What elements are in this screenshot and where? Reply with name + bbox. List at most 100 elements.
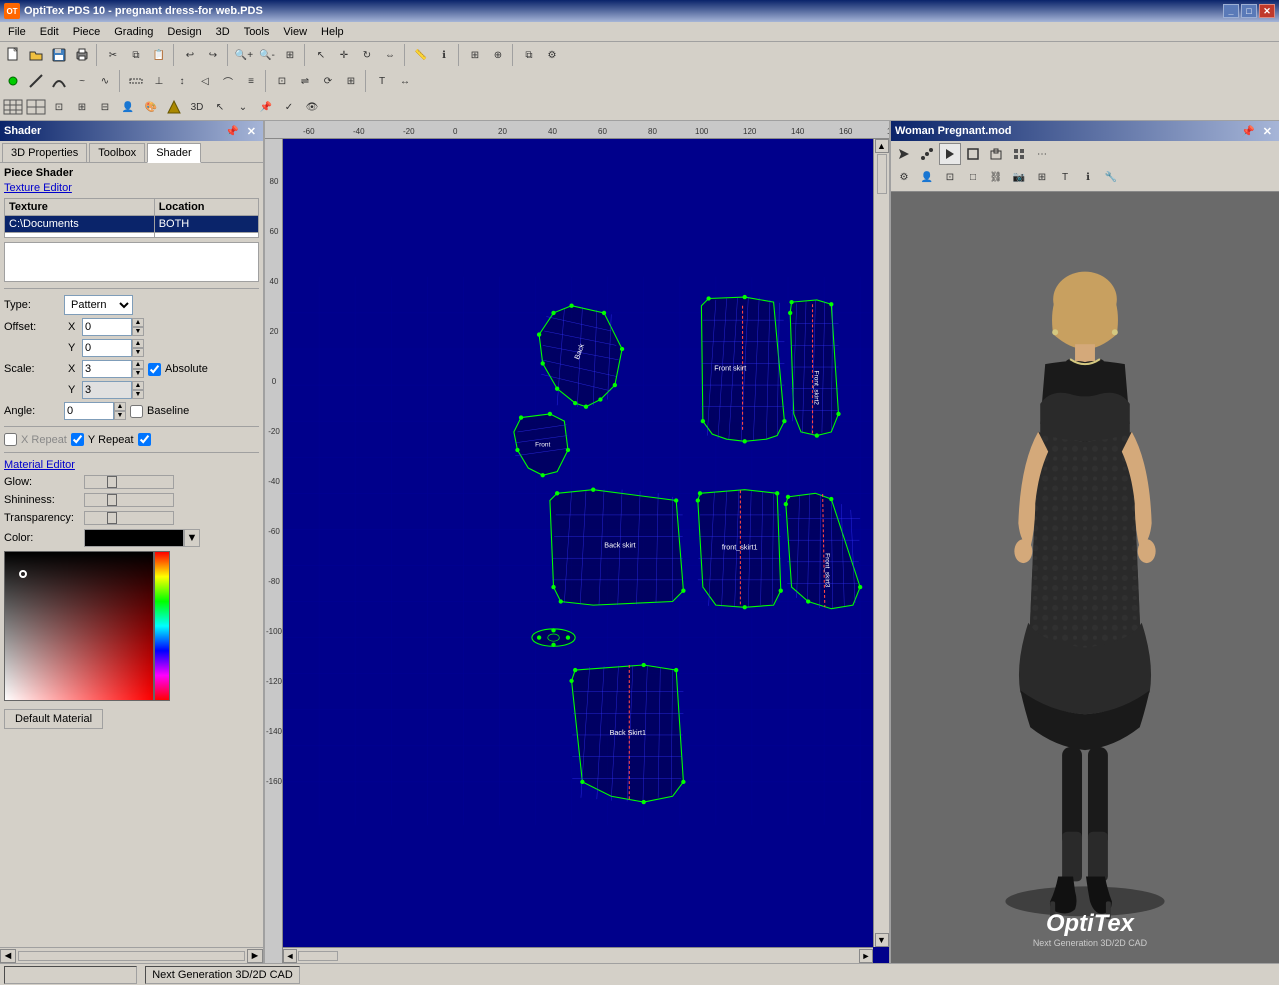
- right-panel-close[interactable]: ✕: [1260, 125, 1275, 138]
- tb2-flip[interactable]: ⇌: [294, 70, 316, 92]
- yrepeat-extra-checkbox[interactable]: [138, 433, 151, 446]
- tb-open[interactable]: [25, 44, 47, 66]
- tb2-copy2[interactable]: ⊡: [271, 70, 293, 92]
- canvas-scrollbar-v[interactable]: ▲ ▼: [873, 139, 889, 947]
- tb3-table5[interactable]: ⊟: [94, 96, 116, 118]
- tb-measure[interactable]: 📏: [410, 44, 432, 66]
- rt-layer[interactable]: ⊡: [939, 166, 961, 188]
- scroll-right-btn[interactable]: ►: [247, 949, 263, 963]
- offset-x-spin[interactable]: ▲ ▼: [132, 318, 144, 336]
- tb2-pleats[interactable]: ≡: [240, 70, 262, 92]
- minimize-btn[interactable]: _: [1223, 4, 1239, 18]
- yrepeat-checkbox[interactable]: [71, 433, 84, 446]
- tb-snap[interactable]: ⊕: [487, 44, 509, 66]
- piece-small[interactable]: [532, 628, 575, 647]
- close-btn[interactable]: ✕: [1259, 4, 1275, 18]
- scale-x-input[interactable]: [82, 360, 132, 378]
- right-panel-pin[interactable]: 📌: [1238, 125, 1258, 138]
- piece-back-skirt[interactable]: Back skirt: [550, 488, 686, 606]
- tb-select[interactable]: ↖: [310, 44, 332, 66]
- tb3-show[interactable]: 👁: [301, 96, 323, 118]
- rt-settings[interactable]: ⚙: [893, 166, 915, 188]
- absolute-checkbox[interactable]: [148, 363, 161, 376]
- scale-y-input[interactable]: [82, 381, 132, 399]
- offset-y-up[interactable]: ▲: [132, 339, 144, 348]
- tb2-curve[interactable]: [48, 70, 70, 92]
- menu-tools[interactable]: Tools: [238, 25, 276, 39]
- menu-design[interactable]: Design: [161, 25, 207, 39]
- tb2-line[interactable]: [25, 70, 47, 92]
- tb-info[interactable]: ℹ: [433, 44, 455, 66]
- rt-points[interactable]: [916, 143, 938, 165]
- canvas-scrollbar-h[interactable]: ◄ ►: [283, 947, 873, 963]
- type-select[interactable]: Pattern Solid Gradient: [64, 295, 133, 315]
- angle-down[interactable]: ▼: [114, 411, 126, 420]
- scale-x-spin[interactable]: ▲ ▼: [132, 360, 144, 378]
- table-row-2[interactable]: [5, 233, 259, 238]
- tb-copy[interactable]: ⧉: [125, 44, 147, 66]
- canvas-scroll-up[interactable]: ▲: [875, 139, 889, 153]
- tb3-cut2[interactable]: ⌄: [232, 96, 254, 118]
- rt-expand[interactable]: ⊞: [1031, 166, 1053, 188]
- rt-dots[interactable]: ⋯: [1031, 143, 1053, 165]
- table-row-1[interactable]: C:\Documents BOTH: [5, 216, 259, 233]
- tb-rotate[interactable]: ↻: [356, 44, 378, 66]
- color-swatch[interactable]: [84, 529, 184, 547]
- menu-piece[interactable]: Piece: [67, 25, 107, 39]
- angle-input[interactable]: [64, 402, 114, 420]
- tb2-point[interactable]: [2, 70, 24, 92]
- panel-pin-btn[interactable]: 📌: [222, 125, 242, 138]
- angle-spin[interactable]: ▲ ▼: [114, 402, 126, 420]
- rt-box1[interactable]: [962, 143, 984, 165]
- piece-front-skirt1[interactable]: front_skirt1: [696, 490, 783, 610]
- tb2-grain[interactable]: ↕: [171, 70, 193, 92]
- canvas-scroll-down[interactable]: ▼: [875, 933, 889, 947]
- scale-x-down[interactable]: ▼: [132, 369, 144, 378]
- tb3-table4[interactable]: ⊞: [71, 96, 93, 118]
- canvas-scroll-left[interactable]: ◄: [283, 949, 297, 963]
- tb3-render[interactable]: [163, 96, 185, 118]
- scroll-left-btn[interactable]: ◄: [0, 949, 16, 963]
- tb3-user[interactable]: 👤: [117, 96, 139, 118]
- material-editor-link[interactable]: Material Editor: [4, 459, 259, 471]
- tb2-notch[interactable]: ⊥: [148, 70, 170, 92]
- offset-x-input[interactable]: [82, 318, 132, 336]
- canvas-scroll-right[interactable]: ►: [859, 949, 873, 963]
- tb-redo[interactable]: ↪: [202, 44, 224, 66]
- tb-grid[interactable]: ⊞: [464, 44, 486, 66]
- rt-box2[interactable]: [985, 143, 1007, 165]
- tb-zoom-in[interactable]: 🔍+: [233, 44, 255, 66]
- offset-y-spin[interactable]: ▲ ▼: [132, 339, 144, 357]
- offset-x-down[interactable]: ▼: [132, 327, 144, 336]
- menu-grading[interactable]: Grading: [108, 25, 159, 39]
- tb-move[interactable]: ✛: [333, 44, 355, 66]
- baseline-checkbox[interactable]: [130, 405, 143, 418]
- tb2-dimension[interactable]: ↔: [394, 70, 416, 92]
- panel-close-btn[interactable]: ✕: [244, 125, 259, 138]
- shininess-slider[interactable]: [84, 493, 174, 507]
- xrepeat-checkbox[interactable]: [4, 433, 17, 446]
- rt-grid[interactable]: [1008, 143, 1030, 165]
- tab-shader[interactable]: Shader: [147, 143, 200, 163]
- tb2-arc[interactable]: ~: [71, 70, 93, 92]
- rt-wrench[interactable]: 🔧: [1100, 166, 1122, 188]
- tb-new[interactable]: [2, 44, 24, 66]
- tb-properties[interactable]: ⚙: [541, 44, 563, 66]
- scale-y-up[interactable]: ▲: [132, 381, 144, 390]
- panel-scrollbar-h[interactable]: ◄ ►: [0, 947, 263, 963]
- menu-view[interactable]: View: [277, 25, 313, 39]
- piece-back-skirt1[interactable]: Back Skirt1: [569, 663, 685, 804]
- tab-toolbox[interactable]: Toolbox: [89, 143, 145, 162]
- tb2-rotate2[interactable]: ⟳: [317, 70, 339, 92]
- menu-edit[interactable]: Edit: [34, 25, 65, 39]
- tb2-dart[interactable]: ◁: [194, 70, 216, 92]
- tb3-check[interactable]: ✓: [278, 96, 300, 118]
- rt-box3[interactable]: □: [962, 166, 984, 188]
- shininess-thumb[interactable]: [107, 494, 117, 506]
- piece-front-skirt2[interactable]: Front_skirt2: [788, 300, 841, 438]
- tb3-table3[interactable]: ⊡: [48, 96, 70, 118]
- color-spectrum[interactable]: [154, 551, 170, 701]
- tb2-bezier[interactable]: ∿: [94, 70, 116, 92]
- offset-y-down[interactable]: ▼: [132, 348, 144, 357]
- menu-help[interactable]: Help: [315, 25, 350, 39]
